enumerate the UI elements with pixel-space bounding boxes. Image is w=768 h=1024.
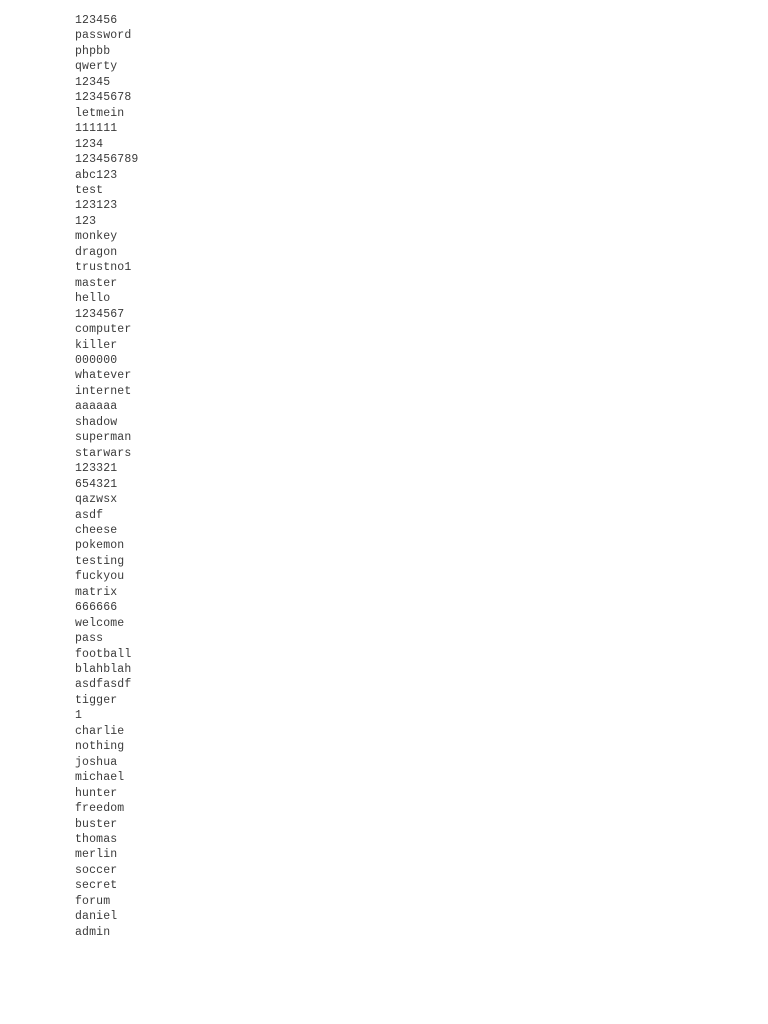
list-item: secret [75, 879, 118, 893]
list-item: 1234 [75, 137, 104, 151]
list-item: superman [75, 431, 132, 445]
list-item: daniel [75, 910, 118, 924]
list-item: football [75, 647, 132, 661]
list-item: abc123 [75, 168, 118, 182]
list-item: thomas [75, 833, 118, 847]
list-item: dragon [75, 245, 118, 259]
list-item: computer [75, 323, 132, 337]
list-item: pokemon [75, 539, 125, 553]
list-item: 666666 [75, 601, 118, 615]
list-item: 000000 [75, 353, 118, 367]
password-list: 123456 password phpbb qwerty 12345 12345678 le… [75, 13, 138, 940]
list-item: admin [75, 925, 111, 939]
list-item: forum [75, 894, 111, 908]
list-item: 123123 [75, 199, 118, 213]
list-item: password [75, 29, 132, 43]
list-item: blahblah [75, 663, 132, 677]
list-item: fuckyou [75, 570, 125, 584]
list-item: whatever [75, 369, 132, 383]
list-item: joshua [75, 755, 118, 769]
document-page: 123456 password phpbb qwerty 12345 12345678 le… [0, 0, 768, 1024]
list-item: test [75, 183, 104, 197]
list-item: 12345 [75, 75, 111, 89]
list-item: asdfasdf [75, 678, 132, 692]
list-item: master [75, 276, 118, 290]
list-item: freedom [75, 802, 125, 816]
list-item: trustno1 [75, 261, 132, 275]
list-item: internet [75, 384, 132, 398]
list-item: qazwsx [75, 493, 118, 507]
list-item: 12345678 [75, 91, 132, 105]
list-item: asdf [75, 508, 104, 522]
list-item: monkey [75, 230, 118, 244]
list-item: shadow [75, 415, 118, 429]
list-item: 111111 [75, 122, 118, 136]
list-item: hello [75, 292, 111, 306]
list-item: merlin [75, 848, 118, 862]
list-item: pass [75, 632, 104, 646]
list-item: soccer [75, 863, 118, 877]
list-item: welcome [75, 616, 125, 630]
list-item: cheese [75, 523, 118, 537]
list-item: matrix [75, 585, 118, 599]
list-item: 123456789 [75, 153, 139, 167]
list-item: starwars [75, 446, 132, 460]
list-item: aaaaaa [75, 400, 118, 414]
list-item: hunter [75, 786, 118, 800]
list-item: nothing [75, 740, 125, 754]
list-item: 1234567 [75, 307, 125, 321]
list-item: buster [75, 817, 118, 831]
list-item: 1 [75, 709, 83, 723]
list-item: phpbb [75, 44, 111, 58]
list-item: charlie [75, 724, 125, 738]
list-item: testing [75, 554, 125, 568]
list-item: letmein [75, 106, 125, 120]
list-item: qwerty [75, 60, 118, 74]
list-item: 123321 [75, 462, 118, 476]
list-item: 123 [75, 214, 97, 228]
list-item: 654321 [75, 477, 118, 491]
list-item: michael [75, 771, 125, 785]
list-item: 123456 [75, 14, 118, 27]
list-item: tigger [75, 693, 118, 707]
list-item: killer [75, 338, 118, 352]
